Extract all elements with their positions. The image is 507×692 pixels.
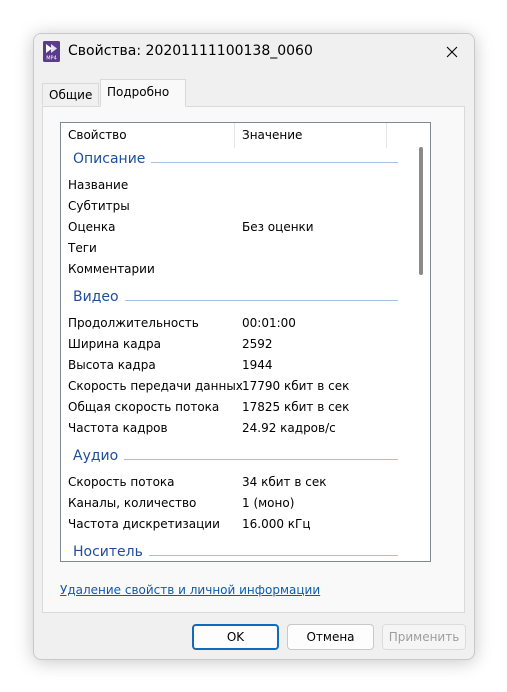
property-value: 2592: [242, 337, 273, 351]
group-header-label: Аудио: [73, 448, 123, 464]
property-row[interactable]: Субтитры: [61, 196, 412, 217]
property-row[interactable]: Теги: [61, 238, 412, 259]
property-value: 17825 кбит в сек: [242, 400, 350, 414]
mp4-icon-caption: MP4: [46, 56, 57, 62]
property-row[interactable]: Ширина кадра 2592: [61, 334, 412, 355]
property-name: Общая скорость потока: [68, 400, 220, 414]
column-header-property[interactable]: Свойство: [61, 123, 235, 148]
properties-dialog: MP4 Свойства: 20201111100138_0060 Общие …: [33, 33, 475, 660]
tab-details[interactable]: Подробно: [100, 79, 186, 107]
group-divider: [124, 459, 398, 460]
property-row[interactable]: Скорость передачи данных 17790 кбит в сек: [61, 376, 412, 397]
property-value: 34 кбит в сек: [242, 475, 327, 489]
group-header[interactable]: Описание: [61, 150, 412, 172]
group-divider: [149, 555, 398, 556]
mp4-file-icon: MP4: [43, 41, 60, 62]
remove-properties-link[interactable]: Удаление свойств и личной информации: [60, 583, 320, 597]
property-value: 16.000 кГц: [242, 517, 311, 531]
property-row[interactable]: Частота дискретизации 16.000 кГц: [61, 514, 412, 535]
property-name: Частота дискретизации: [68, 517, 220, 531]
property-value: 1 (моно): [242, 496, 295, 510]
property-name: Частота кадров: [68, 421, 168, 435]
ok-button[interactable]: OK: [192, 624, 279, 650]
group-header-label: Описание: [73, 151, 150, 167]
property-value: 00:01:00: [242, 316, 296, 330]
property-row[interactable]: Скорость потока 34 кбит в сек: [61, 472, 412, 493]
cancel-button[interactable]: Отмена: [287, 624, 374, 650]
tab-general[interactable]: Общие: [42, 83, 99, 105]
properties-list[interactable]: Свойство Значение Описание Название Субтит…: [60, 122, 431, 562]
property-row[interactable]: Общая скорость потока 17825 кбит в сек: [61, 397, 412, 418]
apply-button[interactable]: Применить: [382, 624, 466, 650]
property-row[interactable]: Высота кадра 1944: [61, 355, 412, 376]
property-name: Название: [68, 178, 129, 192]
column-header-value[interactable]: Значение: [235, 123, 387, 148]
property-name: Высота кадра: [68, 358, 156, 372]
close-button[interactable]: [430, 34, 474, 70]
group-header-label: Видео: [73, 289, 123, 305]
property-row[interactable]: Оценка Без оценки: [61, 217, 412, 238]
property-value: 17790 кбит в сек: [242, 379, 350, 393]
group-header-label: Носитель: [73, 544, 147, 560]
property-name: Скорость передачи данных: [68, 379, 243, 393]
group-divider: [151, 162, 398, 163]
property-row[interactable]: Комментарии: [61, 259, 412, 280]
title-bar[interactable]: MP4 Свойства: 20201111100138_0060: [34, 34, 474, 70]
scrollbar-thumb[interactable]: [419, 147, 423, 275]
column-header: Свойство Значение: [61, 123, 412, 148]
group-header[interactable]: Аудио: [61, 447, 412, 469]
close-icon: [446, 46, 458, 58]
vertical-scrollbar[interactable]: [412, 123, 430, 561]
property-row[interactable]: Каналы, количество 1 (моно): [61, 493, 412, 514]
property-name: Скорость потока: [68, 475, 175, 489]
property-row[interactable]: Название: [61, 175, 412, 196]
property-name: Комментарии: [68, 262, 155, 276]
details-panel: Свойство Значение Описание Название Субтит…: [42, 106, 465, 613]
property-name: Ширина кадра: [68, 337, 161, 351]
property-value: 24.92 кадров/с: [242, 421, 336, 435]
property-name: Продолжительность: [68, 316, 199, 330]
property-name: Каналы, количество: [68, 496, 197, 510]
property-value: 1944: [242, 358, 273, 372]
group-divider: [125, 300, 398, 301]
property-name: Оценка: [68, 220, 116, 234]
group-header[interactable]: Видео: [61, 288, 412, 310]
property-value: Без оценки: [242, 220, 314, 234]
property-name: Субтитры: [68, 199, 130, 213]
window-title: Свойства: 20201111100138_0060: [68, 43, 313, 59]
property-row[interactable]: Продолжительность 00:01:00: [61, 313, 412, 334]
group-header[interactable]: Носитель: [61, 543, 412, 561]
property-row[interactable]: Частота кадров 24.92 кадров/с: [61, 418, 412, 439]
property-name: Теги: [68, 241, 97, 255]
